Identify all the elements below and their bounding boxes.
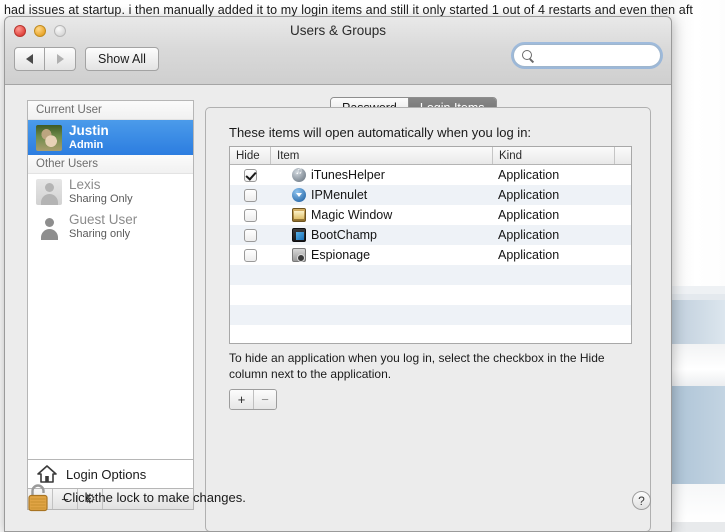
user-name: Guest User [69, 211, 138, 227]
hide-checkbox-cell[interactable] [230, 248, 270, 262]
avatar [36, 124, 62, 151]
sidebar-item-guest-user[interactable]: Guest User Sharing only [28, 209, 193, 244]
users-and-groups-window: Users & Groups Show All Current User Jus… [4, 16, 672, 532]
back-button[interactable] [14, 47, 45, 71]
login-items-panel: These items will open automatically when… [205, 107, 651, 531]
desktop-background: had issues at startup. i then manually a… [0, 0, 725, 532]
hide-checkbox[interactable] [243, 248, 257, 262]
search-icon [520, 48, 536, 64]
user-role: Sharing only [69, 227, 131, 240]
hide-checkbox[interactable] [243, 208, 257, 222]
item-name: Espionage [311, 248, 371, 262]
users-list: Current User Justin Admin Other Users Le… [27, 100, 194, 460]
forward-button[interactable] [45, 47, 76, 71]
ipmenulet-icon [292, 188, 306, 202]
bootchamp-icon [292, 228, 306, 242]
user-names: Justin Admin [69, 122, 109, 152]
hide-checkbox[interactable] [243, 168, 257, 182]
help-button[interactable]: ? [632, 491, 651, 510]
show-all-button[interactable]: Show All [85, 47, 159, 71]
add-remove-buttons: + − [229, 389, 277, 410]
user-role: Admin [69, 138, 104, 151]
kind-cell: Application [498, 228, 560, 242]
hide-checkbox[interactable] [243, 228, 257, 242]
search-input[interactable] [536, 48, 654, 63]
group-header-current-user: Current User [28, 101, 193, 120]
triangle-right-icon [56, 54, 64, 64]
table-row-empty [230, 325, 631, 343]
user-names: Guest User Sharing only [69, 211, 138, 241]
item-cell: Magic Window [270, 208, 492, 222]
add-login-item-button[interactable]: + [230, 390, 253, 409]
avatar [36, 178, 62, 205]
triangle-left-icon [26, 54, 33, 64]
sidebar-item-justin[interactable]: Justin Admin [28, 120, 193, 155]
column-header-spacer [614, 147, 631, 164]
navigation-buttons [14, 47, 76, 71]
table-row[interactable]: Magic Window Application [230, 205, 631, 225]
item-name: IPMenulet [311, 188, 368, 202]
table-row-empty [230, 265, 631, 285]
avatar [36, 214, 62, 240]
login-items-table: Hide Item Kind iTunesHelper Appl [229, 146, 632, 344]
hide-checkbox-cell[interactable] [230, 228, 270, 242]
column-header-kind[interactable]: Kind [492, 147, 614, 164]
hide-checkbox-cell[interactable] [230, 188, 270, 202]
sidebar-item-lexis[interactable]: Lexis Sharing Only [28, 174, 193, 209]
hide-checkbox[interactable] [243, 188, 257, 202]
table-row[interactable]: Espionage Application [230, 245, 631, 265]
group-header-other-users: Other Users [28, 155, 193, 174]
login-options-label: Login Options [66, 466, 147, 482]
unlocked-padlock-icon[interactable] [25, 482, 51, 512]
table-header: Hide Item Kind [230, 147, 631, 165]
home-icon [36, 464, 58, 484]
item-cell: IPMenulet [270, 188, 492, 202]
item-cell: Espionage [270, 248, 492, 262]
hide-column-hint: To hide an application when you log in, … [229, 351, 605, 382]
item-name: BootChamp [311, 228, 378, 242]
column-header-hide[interactable]: Hide [230, 147, 270, 164]
table-row-empty [230, 305, 631, 325]
lock-area[interactable]: Click the lock to make changes. [25, 482, 246, 512]
lock-label: Click the lock to make changes. [63, 489, 246, 505]
magic-window-icon [292, 208, 306, 222]
column-header-item[interactable]: Item [270, 147, 492, 164]
user-name: Justin [69, 122, 109, 138]
item-cell: BootChamp [270, 228, 492, 242]
item-cell: iTunesHelper [270, 166, 492, 182]
table-row[interactable]: BootChamp Application [230, 225, 631, 245]
table-row[interactable]: IPMenulet Application [230, 185, 631, 205]
espionage-icon [292, 248, 306, 262]
remove-login-item-button[interactable]: − [253, 390, 276, 409]
itunes-icon [292, 166, 306, 182]
user-name: Lexis [69, 176, 101, 192]
user-names: Lexis Sharing Only [69, 176, 133, 206]
table-row[interactable]: iTunesHelper Application [230, 165, 631, 185]
item-name: iTunesHelper [311, 168, 385, 182]
panel-title: These items will open automatically when… [229, 125, 532, 140]
window-titlebar: Users & Groups Show All [5, 17, 671, 85]
kind-cell: Application [498, 208, 560, 222]
hide-checkbox-cell[interactable] [230, 208, 270, 222]
kind-cell: Application [498, 188, 560, 202]
hide-checkbox-cell[interactable] [230, 168, 270, 182]
window-title: Users & Groups [289, 23, 387, 38]
kind-cell: Application [498, 248, 560, 262]
user-role: Sharing Only [69, 192, 133, 205]
window-body: Current User Justin Admin Other Users Le… [5, 85, 671, 531]
kind-cell: Application [498, 168, 560, 182]
item-name: Magic Window [311, 208, 393, 222]
search-field[interactable] [513, 44, 661, 67]
table-row-empty [230, 285, 631, 305]
